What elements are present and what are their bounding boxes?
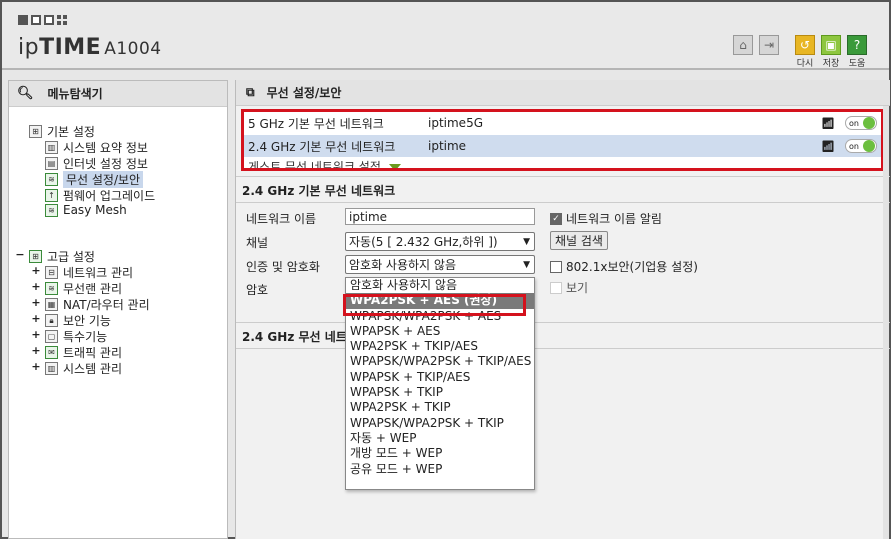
upgrade-icon: ↑ (45, 189, 58, 202)
dropdown-option[interactable]: WPAPSK/WPA2PSK + TKIP/AES (346, 354, 534, 369)
mesh-icon: ≋ (45, 203, 58, 217)
wifi-icon: 📶︎ (821, 139, 835, 153)
search-icon: 🔍︎ (17, 86, 34, 101)
menu-explorer-panel: 🔍︎ 메뉴탐색기 ⊞ 기본 설정 ▥ 시스템 요약 정보 ▤ 인터넷 설정 정보… (8, 80, 228, 539)
special-icon: ▢ (45, 330, 58, 343)
undo-button[interactable]: ↺ 다시 (792, 35, 818, 69)
scrollbar[interactable] (883, 106, 889, 539)
dropdown-option[interactable]: 공유 모드 + WEP (346, 462, 534, 477)
wifi-lock-icon: 📶︎ (821, 116, 835, 130)
broadcast-checkbox[interactable]: ✓ 네트워크 이름 알림 (550, 210, 662, 227)
folder-settings-icon: ⊞ (29, 125, 42, 138)
password-label: 암호 (246, 283, 269, 297)
model-name: A1004 (104, 39, 162, 59)
tree-item-wireless-security[interactable]: ≋ 무선 설정/보안 (45, 171, 144, 188)
expand-triangle-icon (388, 164, 401, 168)
network-row-24ghz[interactable]: 2.4 GHz 기본 무선 네트워크 iptime 📶︎ on (244, 135, 881, 157)
tree-item-nat-router[interactable]: ▦ NAT/라우터 관리 (45, 296, 150, 313)
tree-item-network-management[interactable]: ⊟ 네트워크 관리 (45, 264, 133, 281)
network-name-input[interactable]: iptime (345, 208, 535, 225)
monitor-icon: ▤ (45, 157, 58, 170)
collapse-icon[interactable]: − (15, 248, 25, 261)
auth-select[interactable]: 암호화 사용하지 않음 ▼ (345, 255, 535, 274)
router-icon: ▦ (45, 298, 58, 311)
wifi-icon: ≋ (45, 282, 58, 295)
dropdown-option[interactable]: WPAPSK + TKIP/AES (346, 370, 534, 385)
window-frame: ipTIME A1004 ⌂ ⇥ ↺ 다시 ▣ 저장 ? 도움 🔍︎ 메뉴탐색기… (0, 0, 891, 539)
tree-item-traffic-management[interactable]: ✉ 트래픽 관리 (45, 344, 122, 361)
expand-icon[interactable]: + (31, 264, 41, 277)
undo-icon: ↺ (795, 35, 815, 55)
tree-item-system-summary[interactable]: ▥ 시스템 요약 정보 (45, 139, 148, 156)
expand-icon[interactable]: + (31, 360, 41, 373)
network-row-5ghz[interactable]: 5 GHz 기본 무선 네트워크 iptime5G 📶︎ on (244, 112, 881, 134)
tree-basic-settings[interactable]: ⊞ 기본 설정 (29, 123, 95, 140)
tree-item-wireless-management[interactable]: ≋ 무선랜 관리 (45, 280, 122, 297)
toggle-24ghz[interactable]: on (845, 139, 877, 153)
wifi-icon: ≋ (45, 173, 58, 186)
channel-label: 채널 (246, 236, 269, 250)
tree-item-internet-settings[interactable]: ▤ 인터넷 설정 정보 (45, 155, 148, 172)
expand-icon[interactable]: + (31, 312, 41, 325)
dropdown-option[interactable]: 개방 모드 + WEP (346, 446, 534, 461)
dropdown-option[interactable]: WPA2PSK + TKIP (346, 400, 534, 415)
tree-advanced-settings[interactable]: ⊞ 고급 설정 (29, 248, 95, 265)
content-panel: ⧉ 무선 설정/보안 5 GHz 기본 무선 네트워크 iptime5G 📶︎ … (235, 80, 890, 539)
dropdown-option[interactable]: WPAPSK + TKIP (346, 385, 534, 400)
help-icon: ? (847, 35, 867, 55)
traffic-icon: ✉ (45, 346, 58, 359)
expand-icon[interactable]: + (31, 280, 41, 293)
show-password-checkbox[interactable]: 보기 (550, 279, 588, 296)
network-icon: ⊟ (45, 266, 58, 279)
logo-squares (18, 15, 67, 25)
header-bar: ipTIME A1004 ⌂ ⇥ ↺ 다시 ▣ 저장 ? 도움 (2, 2, 889, 70)
folder-advanced-icon: ⊞ (29, 250, 42, 263)
check-icon: ✓ (550, 212, 562, 225)
enterprise-checkbox[interactable]: 802.1x보안(기업용 설정) (550, 258, 698, 275)
dropdown-option[interactable]: WPAPSK + AES (346, 324, 534, 339)
chart-icon: ▥ (45, 141, 58, 154)
header-nav-icons: ⌂ ⇥ (730, 35, 782, 55)
chart-icon: ▥ (45, 362, 58, 375)
auth-label: 인증 및 암호화 (246, 260, 320, 274)
toggle-5ghz[interactable]: on (845, 116, 877, 130)
logout-icon: ⇥ (759, 35, 779, 55)
menu-explorer-header: 🔍︎ 메뉴탐색기 (9, 81, 227, 107)
dropdown-option[interactable]: WPAPSK/WPA2PSK + TKIP (346, 416, 534, 431)
tree-item-easy-mesh[interactable]: ≋ Easy Mesh (45, 203, 127, 217)
chevron-down-icon: ▼ (523, 259, 530, 270)
logout-button[interactable]: ⇥ (756, 35, 782, 55)
dropdown-option[interactable]: WPA2PSK + TKIP/AES (346, 339, 534, 354)
save-icon: ▣ (821, 35, 841, 55)
content-header: ⧉ 무선 설정/보안 (236, 80, 890, 106)
dropdown-option[interactable]: 암호화 사용하지 않음 (346, 278, 534, 293)
brand-logo: ipTIME A1004 (18, 35, 162, 60)
tree-item-security[interactable]: 🔒︎ 보안 기능 (45, 312, 111, 329)
tree-item-special-functions[interactable]: ▢ 특수기능 (45, 328, 107, 345)
chevron-down-icon: ▼ (523, 236, 530, 247)
expand-icon[interactable]: + (31, 296, 41, 309)
page-icon: ⧉ (246, 85, 255, 99)
option-highlight (343, 294, 526, 316)
expand-icon[interactable]: + (31, 344, 41, 357)
channel-select[interactable]: 자동(5 [ 2.432 GHz,하위 ]) ▼ (345, 232, 535, 251)
home-icon: ⌂ (733, 35, 753, 55)
guest-network-settings[interactable]: 게스트 무선 네트워크 설정 (248, 158, 401, 168)
header-action-icons: ↺ 다시 ▣ 저장 ? 도움 (792, 35, 870, 69)
network-name-label: 네트워크 이름 (246, 212, 317, 226)
tree-item-system-management[interactable]: ▥ 시스템 관리 (45, 360, 122, 377)
section2-title: 2.4 GHz 무선 네트 (242, 330, 347, 344)
dropdown-option[interactable]: 자동 + WEP (346, 431, 534, 446)
tree-item-firmware-upgrade[interactable]: ↑ 펌웨어 업그레이드 (45, 187, 155, 204)
home-button[interactable]: ⌂ (730, 35, 756, 55)
save-button[interactable]: ▣ 저장 (818, 35, 844, 69)
expand-icon[interactable]: + (31, 328, 41, 341)
channel-scan-button[interactable]: 채널 검색 (550, 231, 608, 250)
page-title: 무선 설정/보안 (266, 86, 342, 100)
network-list-highlight: 5 GHz 기본 무선 네트워크 iptime5G 📶︎ on 2.4 GHz … (241, 109, 884, 171)
help-button[interactable]: ? 도움 (844, 35, 870, 69)
lock-icon: 🔒︎ (45, 314, 58, 327)
section-title: 2.4 GHz 기본 무선 네트워크 (242, 184, 396, 198)
menu-explorer-title: 메뉴탐색기 (47, 87, 103, 101)
